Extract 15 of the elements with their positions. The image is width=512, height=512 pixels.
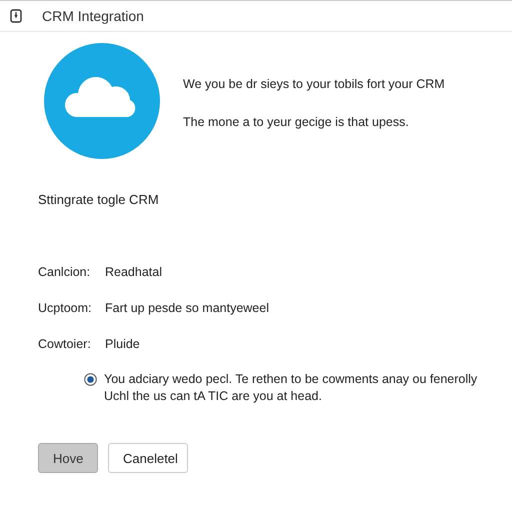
cloud-logo-icon [43,42,161,160]
intro-text: We you be dr sieys to your tobils fort your CRM [183,77,445,91]
field-label: Ucptoom: [38,301,92,315]
option-text: You adciary wedo pecl. Te rethen to be cowments anay ou fenerolly Uchl the us can tA TIC are you at head. [104,371,478,405]
section-heading: Sttingrate togle CRM [38,192,160,207]
field-value: Pluide [105,337,141,351]
field-label: Canlcion: [38,265,92,279]
cancel-button[interactable]: Caneletel [108,443,188,473]
window-title: CRM Integration [42,8,144,24]
primary-button[interactable]: Hove [38,443,98,473]
intro-text: The mone a to yeur gecige is that upess. [183,115,410,129]
field-label: Cowtoier: [38,337,92,351]
field-value: Readhatal [105,265,163,279]
field-value: Fart up pesde so mantyeweel [105,301,270,315]
radio-button[interactable] [84,373,97,386]
